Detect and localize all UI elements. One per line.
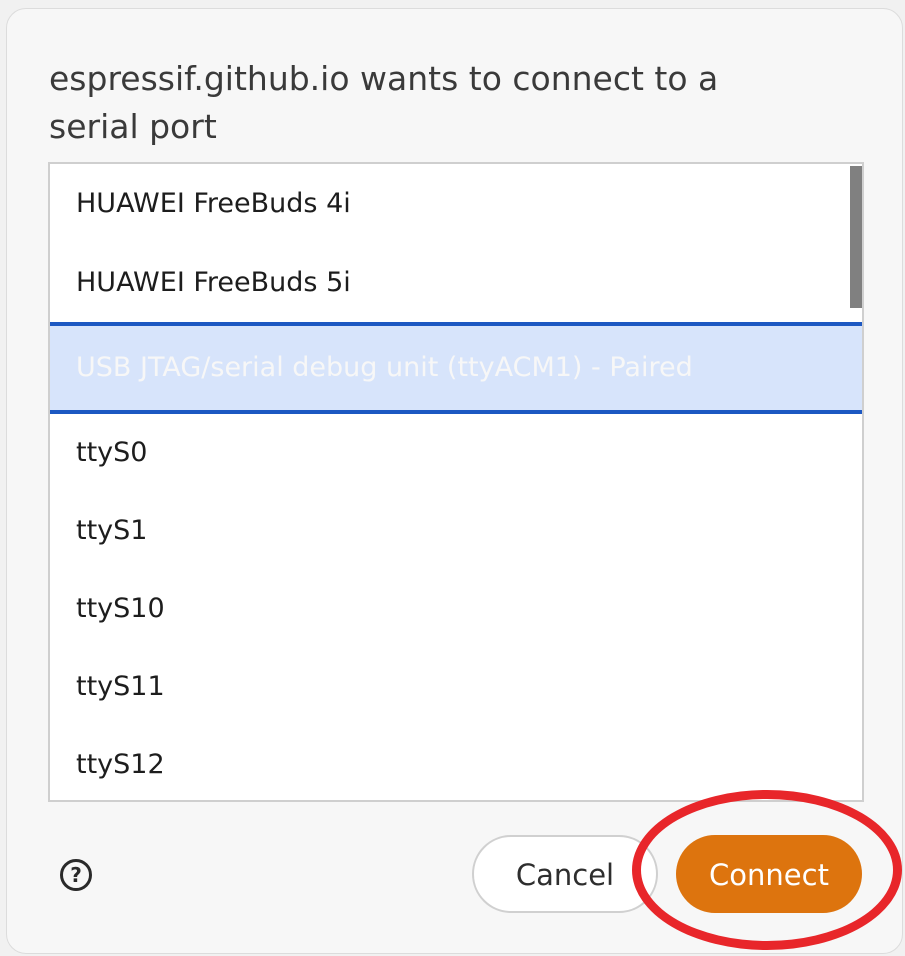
port-list[interactable]: HUAWEI FreeBuds 4i HUAWEI FreeBuds 5i US… — [48, 162, 864, 802]
list-item[interactable]: HUAWEI FreeBuds 5i — [50, 244, 862, 322]
list-item[interactable]: ttyS1 — [50, 492, 862, 570]
list-item[interactable]: HUAWEI FreeBuds 4i — [50, 164, 862, 244]
list-scrollbar[interactable] — [850, 166, 862, 308]
list-item-selected[interactable]: USB JTAG/serial debug unit (ttyACM1) - P… — [50, 322, 862, 414]
list-item[interactable]: ttyS0 — [50, 414, 862, 492]
cancel-button[interactable]: Cancel — [472, 835, 658, 913]
serial-port-dialog: espressif.github.io wants to connect to … — [6, 8, 903, 954]
help-icon[interactable]: ? — [60, 859, 92, 891]
list-item[interactable]: ttyS12 — [50, 726, 862, 800]
connect-button[interactable]: Connect — [676, 835, 862, 913]
port-list-items: HUAWEI FreeBuds 4i HUAWEI FreeBuds 5i US… — [50, 164, 862, 800]
list-item[interactable]: ttyS10 — [50, 570, 862, 648]
dialog-title: espressif.github.io wants to connect to … — [49, 59, 719, 146]
list-item[interactable]: ttyS11 — [50, 648, 862, 726]
